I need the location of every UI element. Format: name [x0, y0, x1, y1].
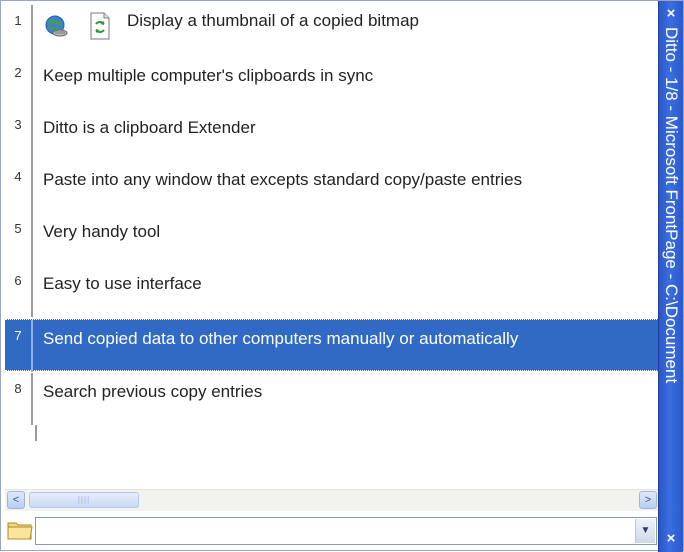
list-item[interactable]: 2 Keep multiple computer's clipboards in… [5, 57, 659, 109]
item-number: 1 [5, 5, 33, 57]
item-label: Ditto is a clipboard Extender [43, 118, 256, 137]
folder-icon[interactable] [7, 519, 33, 541]
search-combobox[interactable]: ▼ [35, 517, 657, 545]
clip-list[interactable]: 1 Display a thumbnail of a copied bitmap… [5, 5, 659, 477]
item-number: 6 [5, 265, 33, 317]
list-item[interactable]: 3 Ditto is a clipboard Extender [5, 109, 659, 161]
item-number: 7 [5, 320, 33, 372]
ditto-window: 1 Display a thumbnail of a copied bitmap… [0, 0, 684, 552]
item-label: Search previous copy entries [43, 382, 263, 401]
scroll-thumb[interactable]: |||| [29, 492, 139, 508]
item-label: Send copied data to other computers manu… [43, 329, 519, 348]
item-label: Easy to use interface [43, 274, 202, 293]
window-title: Ditto - 1/8 - Microsoft FrontPage - C:\D… [662, 27, 681, 384]
item-number: 5 [5, 213, 33, 265]
list-divider [35, 425, 37, 441]
close-icon[interactable]: × [659, 528, 683, 550]
item-label: Very handy tool [43, 222, 161, 241]
list-item[interactable]: 5 Very handy tool [5, 213, 659, 265]
search-bar: ▼ [5, 513, 659, 548]
list-item[interactable]: 6 Easy to use interface [5, 265, 659, 317]
list-item[interactable]: 4 Paste into any window that excepts sta… [5, 161, 659, 213]
scroll-left-button[interactable]: < [7, 491, 25, 509]
chevron-down-icon[interactable]: ▼ [635, 519, 655, 543]
globe-icon [41, 9, 71, 43]
item-number: 4 [5, 161, 33, 213]
list-item[interactable]: 8 Search previous copy entries [5, 373, 659, 425]
close-icon[interactable]: × [659, 3, 683, 25]
list-item-selected[interactable]: 7 Send copied data to other computers ma… [5, 319, 659, 372]
list-item[interactable]: 1 Display a thumbnail of a copied bitmap [5, 5, 659, 57]
item-icons [33, 5, 115, 43]
scroll-right-button[interactable]: > [639, 491, 657, 509]
item-number: 3 [5, 109, 33, 161]
caption-bar[interactable]: × Ditto - 1/8 - Microsoft FrontPage - C:… [658, 1, 683, 552]
item-label: Display a thumbnail of a copied bitmap [127, 11, 419, 30]
search-input[interactable] [36, 518, 634, 544]
refresh-document-icon [85, 9, 115, 43]
item-label: Keep multiple computer's clipboards in s… [43, 66, 374, 85]
horizontal-scrollbar[interactable]: < |||| > [5, 489, 659, 511]
item-label: Paste into any window that excepts stand… [43, 170, 523, 189]
item-number: 8 [5, 373, 33, 425]
item-number: 2 [5, 57, 33, 109]
